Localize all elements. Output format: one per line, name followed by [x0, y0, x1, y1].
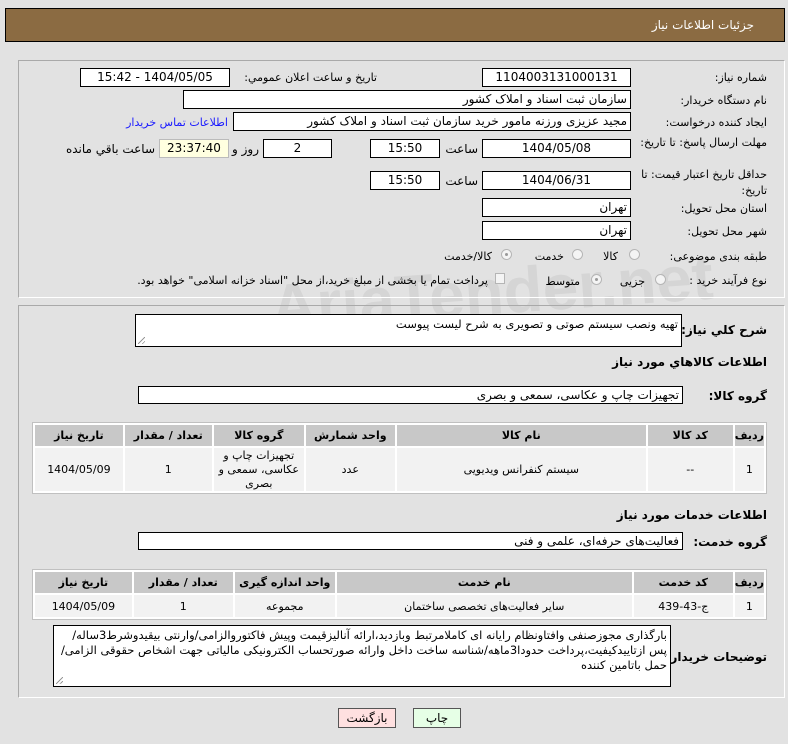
print-button[interactable]: چاپ	[413, 708, 461, 728]
category-option-goods-service: کالا/خدمت	[444, 250, 492, 263]
col-code: کد خدمت	[633, 572, 733, 593]
col-row: ردیف	[734, 425, 764, 446]
goods-table-header: ردیف کد کالا نام کالا واحد شمارش گروه کا…	[35, 425, 764, 446]
validity-time-field: 15:50	[370, 171, 440, 190]
category-radio-goods-service[interactable]	[501, 249, 512, 260]
col-unit: واحد اندازه گیری	[234, 572, 335, 593]
cell-code: --	[647, 448, 733, 491]
services-heading: اطلاعات خدمات مورد نیاز	[616, 508, 767, 522]
services-table-header: ردیف کد خدمت نام خدمت واحد اندازه گیری ت…	[35, 572, 764, 593]
col-row: ردیف	[734, 572, 764, 593]
deadline-time-label: ساعت	[445, 142, 478, 156]
resize-grip-icon[interactable]	[56, 677, 63, 684]
time-remaining-field: 23:37:40	[159, 139, 229, 158]
services-group-field: فعالیت‌های حرفه‌ای، علمی و فنی	[138, 532, 683, 550]
creator-label: ایجاد کننده درخواست:	[665, 116, 767, 129]
treasury-checkbox[interactable]	[495, 273, 505, 284]
col-code: کد کالا	[647, 425, 733, 446]
province-field: تهران	[482, 198, 631, 217]
page-header: جزئیات اطلاعات نیاز	[5, 8, 785, 42]
buyer-org-label: نام دستگاه خريدار:	[680, 94, 767, 107]
notes-label: توضیحات خریدار:	[665, 650, 767, 664]
need-number-field: 1104003131000131	[482, 68, 631, 87]
process-option-minor: جزیی	[619, 275, 645, 288]
goods-group-label: گروه کالا:	[708, 389, 767, 403]
resize-grip-icon[interactable]	[138, 337, 145, 344]
city-field: تهران	[482, 221, 631, 240]
days-remaining-field: 2	[263, 139, 332, 158]
table-row: 1 -- سیستم کنفرانس ویدیویی عدد تجهیزات چ…	[35, 448, 764, 491]
contact-info-link[interactable]: اطلاعات تماس خریدار	[126, 116, 228, 129]
notes-text: بارگذاری مجوزصنفی وافتاونظام رایانه ای ک…	[60, 628, 667, 672]
goods-heading: اطلاعات کالاهاي مورد نیاز	[612, 355, 767, 369]
announce-field: 1404/05/05 - 15:42	[80, 68, 230, 87]
process-radio-minor[interactable]	[655, 274, 666, 285]
cell-row: 1	[734, 448, 764, 491]
buyer-org-field: سازمان ثبت اسناد و املاک کشور	[183, 90, 631, 109]
services-group-label: گروه خدمت:	[693, 535, 767, 549]
summary-text: تهیه ونصب سیستم صوتی و تصویری به شرح لیس…	[395, 317, 678, 331]
cell-date: 1404/05/09	[35, 595, 132, 617]
deadline-time-field: 15:50	[370, 139, 440, 158]
category-radio-service[interactable]	[572, 249, 583, 260]
summary-label: شرح کلي نیاز:	[681, 323, 767, 337]
creator-field: مجید عزیزی ورزنه مامور خرید سازمان ثبت ا…	[233, 112, 631, 131]
deadline-date-field: 1404/05/08	[482, 139, 631, 158]
category-radio-goods[interactable]	[629, 249, 640, 260]
cell-group: تجهیزات چاپ و عکاسی، سمعی و بصری	[213, 448, 304, 491]
cell-date: 1404/05/09	[35, 448, 123, 491]
category-option-goods: کالا	[603, 250, 618, 263]
goods-table: ردیف کد کالا نام کالا واحد شمارش گروه کا…	[32, 422, 767, 494]
announce-label: تاریخ و ساعت اعلان عمومي:	[244, 71, 377, 84]
category-label: طبقه بندی موضوعی:	[669, 250, 767, 263]
col-date: تاریخ نیاز	[35, 425, 123, 446]
col-group: گروه کالا	[213, 425, 304, 446]
col-date: تاریخ نیاز	[35, 572, 132, 593]
cell-row: 1	[734, 595, 764, 617]
cell-qty: 1	[133, 595, 233, 617]
province-label: استان محل تحویل:	[680, 202, 767, 215]
notes-textarea[interactable]: بارگذاری مجوزصنفی وافتاونظام رایانه ای ک…	[53, 625, 671, 687]
col-name: نام کالا	[396, 425, 646, 446]
cell-qty: 1	[124, 448, 212, 491]
col-unit: واحد شمارش	[305, 425, 395, 446]
summary-textarea[interactable]: تهیه ونصب سیستم صوتی و تصویری به شرح لیس…	[135, 314, 682, 347]
services-table: ردیف کد خدمت نام خدمت واحد اندازه گیری ت…	[32, 569, 767, 620]
col-qty: تعداد / مقدار	[133, 572, 233, 593]
col-name: نام خدمت	[336, 572, 632, 593]
city-label: شهر محل تحویل:	[687, 225, 767, 238]
process-label: نوع فرآیند خرید :	[689, 274, 767, 287]
validity-date-field: 1404/06/31	[482, 171, 631, 190]
days-label: روز و	[232, 142, 259, 156]
category-option-service: خدمت	[534, 250, 564, 263]
back-button[interactable]: بازگشت	[338, 708, 396, 728]
cell-unit: عدد	[305, 448, 395, 491]
col-qty: تعداد / مقدار	[124, 425, 212, 446]
validity-time-label: ساعت	[445, 174, 478, 188]
process-option-medium: متوسط	[545, 275, 580, 288]
time-remaining-label: ساعت باقي مانده	[65, 142, 155, 156]
need-number-label: شماره نیاز:	[714, 71, 767, 84]
cell-unit: مجموعه	[234, 595, 335, 617]
cell-name: سایر فعالیت‌های تخصصی ساختمان	[336, 595, 632, 617]
deadline-label: مهلت ارسال پاسخ: تا تاریخ:	[640, 136, 767, 149]
treasury-text: پرداخت تمام یا بخشی از مبلغ خرید،از محل …	[137, 274, 488, 287]
goods-group-field: تجهیزات چاپ و عکاسی، سمعی و بصری	[138, 386, 683, 404]
process-radio-medium[interactable]	[591, 274, 602, 285]
cell-name: سیستم کنفرانس ویدیویی	[396, 448, 646, 491]
page-title: جزئیات اطلاعات نیاز	[651, 18, 754, 32]
table-row: 1 ج-43-439 سایر فعالیت‌های تخصصی ساختمان…	[35, 595, 764, 617]
validity-label: حداقل تاریخ اعتبار قیمت: تا تاریخ:	[641, 168, 767, 197]
cell-code: ج-43-439	[633, 595, 733, 617]
